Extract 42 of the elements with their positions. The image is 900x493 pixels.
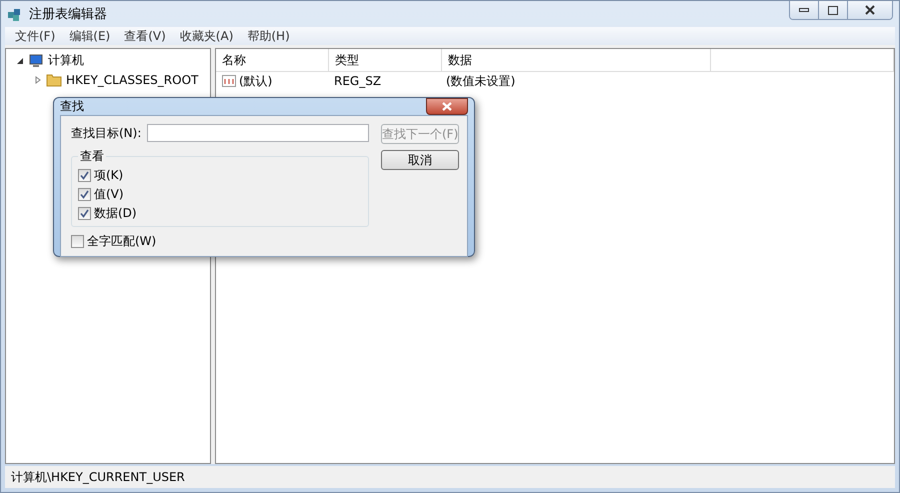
column-header[interactable]: 名称: [216, 49, 329, 71]
close-button[interactable]: [426, 98, 468, 115]
minimize-icon: [799, 8, 809, 12]
status-bar: 计算机\HKEY_CURRENT_USER: [5, 466, 895, 488]
table-cell: (默认): [239, 72, 272, 90]
column-header[interactable]: 类型: [329, 49, 442, 71]
checkbox-label: 数据(D): [94, 205, 137, 222]
window-title: 注册表编辑器: [29, 6, 107, 23]
close-icon: [865, 5, 875, 15]
search-field[interactable]: [147, 124, 369, 142]
maximize-button[interactable]: [819, 1, 848, 19]
field-label: 查找目标(N):: [71, 124, 142, 142]
checkbox-label: 全字匹配(W): [87, 233, 156, 250]
dialog-title: 查找: [60, 98, 84, 115]
string-value-icon: [222, 75, 236, 87]
collapse-arrow-icon[interactable]: [16, 56, 24, 64]
close-button[interactable]: [848, 1, 892, 19]
column-header[interactable]: 数据: [442, 49, 711, 71]
expand-arrow-icon[interactable]: [34, 76, 42, 84]
checkbox[interactable]: [78, 169, 91, 182]
registry-cubes-icon: [7, 6, 23, 22]
menu-item[interactable]: 收藏夹(A): [174, 27, 240, 45]
tree-item[interactable]: HKEY_CLASSES_ROOT: [66, 72, 198, 86]
minimize-button[interactable]: [790, 1, 819, 19]
table-cell: (数值未设置): [446, 72, 516, 90]
checkbox[interactable]: [78, 188, 91, 201]
table-cell: REG_SZ: [334, 74, 382, 88]
tree-item[interactable]: 计算机: [48, 52, 84, 69]
menu-item[interactable]: 帮助(H): [241, 27, 296, 45]
menu-item[interactable]: 文件(F): [9, 27, 62, 45]
maximize-icon: [828, 6, 838, 14]
checkbox[interactable]: [71, 235, 84, 248]
checkbox-label: 值(V): [94, 186, 124, 203]
menu-item[interactable]: 编辑(E): [63, 27, 116, 45]
checkbox-label: 项(K): [94, 167, 124, 184]
checkbox[interactable]: [78, 207, 91, 220]
folder-icon: [46, 72, 62, 86]
computer-icon: [28, 54, 44, 68]
cancel-button[interactable]: 取消: [381, 150, 459, 170]
menu-item[interactable]: 查看(V): [118, 27, 172, 45]
group-label: 查看: [79, 148, 105, 165]
close-icon: [442, 102, 452, 111]
